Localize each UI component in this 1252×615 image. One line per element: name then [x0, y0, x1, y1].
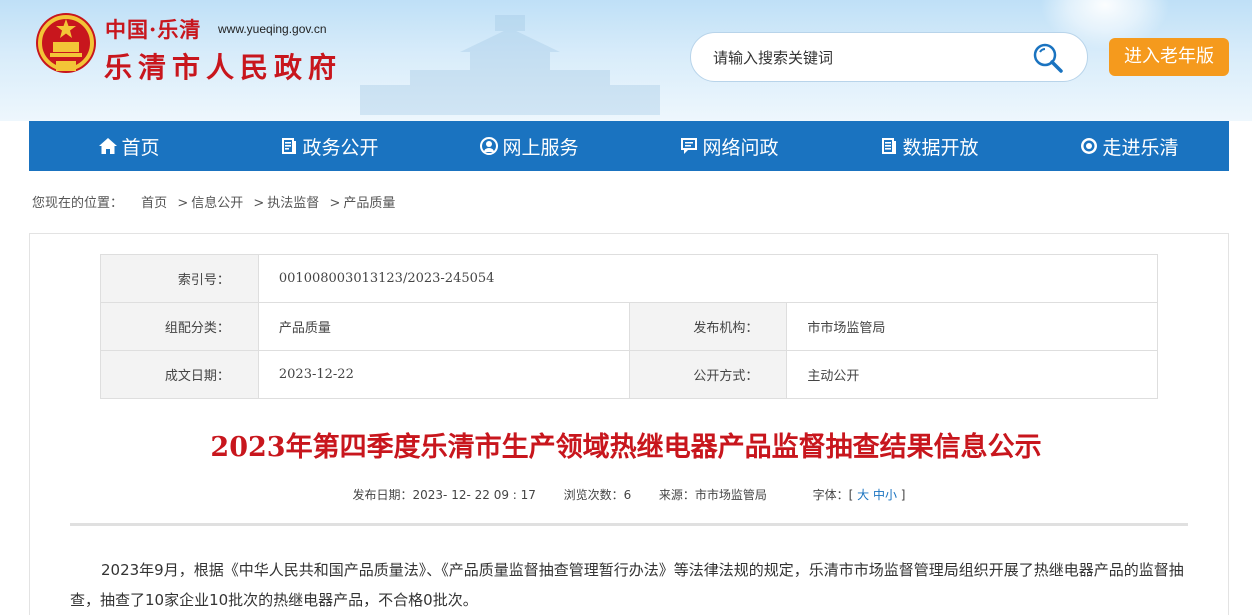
site-url: www.yueqing.gov.cn	[218, 22, 327, 36]
eye-icon	[1081, 138, 1098, 154]
disclosure-label: 公开方式：	[628, 350, 788, 399]
views-label: 浏览次数：	[563, 488, 624, 502]
service-icon	[480, 137, 499, 155]
nav-item-label: 数据开放	[902, 136, 979, 159]
search-box	[690, 32, 1088, 82]
site-header: 中国·乐清 www.yueqing.gov.cn 乐清市人民政府 进入老年版	[0, 0, 1252, 121]
divider	[70, 523, 1188, 526]
nav-item-online-inquiry[interactable]: 网络问政	[629, 121, 829, 171]
site-title: 乐清市人民政府	[104, 51, 343, 84]
source-label: 来源：	[658, 488, 695, 502]
index-value: 001008003013123/2023-245054	[257, 254, 1159, 303]
breadcrumb-prefix: 您现在的位置：	[32, 196, 124, 211]
document-meta-table: 索引号： 001008003013123/2023-245054 组配分类： 产…	[100, 254, 1159, 399]
nav-item-open-data[interactable]: 数据开放	[829, 121, 1029, 171]
category-label: 组配分类：	[100, 302, 259, 351]
meta-row: 成文日期： 2023-12-22 公开方式： 主动公开	[100, 350, 1158, 399]
font-size-label: 字体：[	[812, 488, 854, 502]
main-nav: 首页 政务公开 网上服务 网络问政 数据开放 走进乐清	[29, 121, 1229, 171]
date-value: 2023-12-22	[257, 350, 630, 399]
category-value: 产品质量	[257, 302, 630, 351]
building-silhouette	[360, 15, 660, 115]
nav-item-home[interactable]: 首页	[29, 121, 229, 171]
font-size-bracket: ]	[900, 488, 906, 502]
disclosure-value: 主动公开	[786, 350, 1158, 399]
font-large-link[interactable]: 大	[857, 488, 869, 502]
meta-row: 索引号： 001008003013123/2023-245054	[100, 254, 1159, 303]
nav-item-government-affairs[interactable]: 政务公开	[229, 121, 429, 171]
source-value: 市市场监管局	[694, 488, 767, 502]
site-name-top: 中国·乐清	[105, 14, 201, 44]
nav-item-online-service[interactable]: 网上服务	[429, 121, 629, 171]
site-country-text: 中国·	[105, 17, 158, 42]
site-city-calligraphy: 乐清	[157, 17, 202, 42]
publisher-value: 市市场监管局	[786, 302, 1158, 351]
breadcrumb-separator: >	[177, 196, 189, 211]
date-label: 成文日期：	[100, 350, 259, 399]
nav-item-label: 政务公开	[302, 136, 379, 159]
search-icon[interactable]	[1031, 41, 1065, 75]
publish-info: 发布日期：2023- 12- 22 09 : 17 浏览次数：6 来源：市市场监…	[0, 486, 1252, 503]
views-value: 6	[623, 488, 632, 502]
article-title: 2023年第四季度乐清市生产领域热继电器产品监督抽查结果信息公示	[210, 432, 1042, 463]
meta-row: 组配分类： 产品质量 发布机构： 市市场监管局	[100, 302, 1158, 351]
data-icon	[882, 138, 897, 154]
breadcrumb-separator: >	[329, 196, 341, 211]
chat-icon	[681, 138, 698, 154]
article-paragraph: 2023年9月，根据《中华人民共和国产品质量法》、《产品质量监督抽查管理暂行办法…	[70, 561, 1184, 609]
breadcrumb-product-quality-link[interactable]: 产品质量	[343, 196, 395, 211]
breadcrumb-separator: >	[253, 196, 265, 211]
document-icon	[282, 138, 297, 154]
breadcrumb-home-link[interactable]: 首页	[141, 196, 167, 211]
breadcrumb: 您现在的位置： 首页 > 信息公开 > 执法监督 > 产品质量	[32, 192, 395, 211]
nav-item-label: 走进乐清	[1102, 136, 1179, 159]
pub-date-value: 2023- 12- 22 09 : 17	[412, 488, 536, 502]
nav-item-label: 首页	[121, 136, 160, 159]
nav-item-label: 网络问政	[702, 136, 779, 159]
index-label: 索引号：	[100, 254, 259, 303]
pub-date-label: 发布日期：	[352, 488, 413, 502]
publisher-label: 发布机构：	[628, 302, 788, 351]
font-medium-link[interactable]: 中	[873, 488, 885, 502]
font-small-link[interactable]: 小	[885, 488, 897, 502]
search-input[interactable]	[713, 45, 1013, 71]
nav-item-about-yueqing[interactable]: 走进乐清	[1029, 121, 1229, 171]
breadcrumb-info-disclosure-link[interactable]: 信息公开	[191, 196, 243, 211]
breadcrumb-law-enforcement-link[interactable]: 执法监督	[267, 196, 319, 211]
nav-item-label: 网上服务	[502, 136, 579, 159]
elder-mode-button[interactable]: 进入老年版	[1109, 38, 1229, 76]
home-icon	[99, 138, 118, 154]
national-emblem-icon	[36, 13, 96, 73]
